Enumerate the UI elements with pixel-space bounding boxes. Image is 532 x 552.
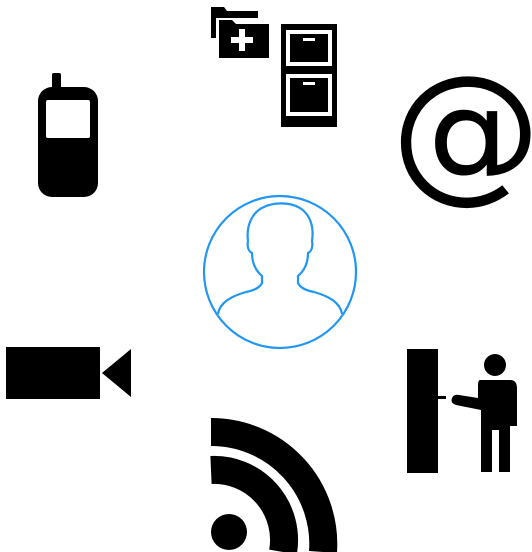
icon-cluster: @ bbox=[6, 7, 532, 552]
user-avatar-icon bbox=[202, 194, 358, 350]
video-camera-icon bbox=[6, 347, 131, 399]
folder-cabinet-icon bbox=[211, 7, 337, 127]
mobile-phone-icon bbox=[38, 73, 98, 197]
at-sign-icon: @ bbox=[391, 44, 532, 218]
rss-feed-icon bbox=[210, 417, 338, 552]
person-doorbell-icon bbox=[407, 349, 517, 473]
